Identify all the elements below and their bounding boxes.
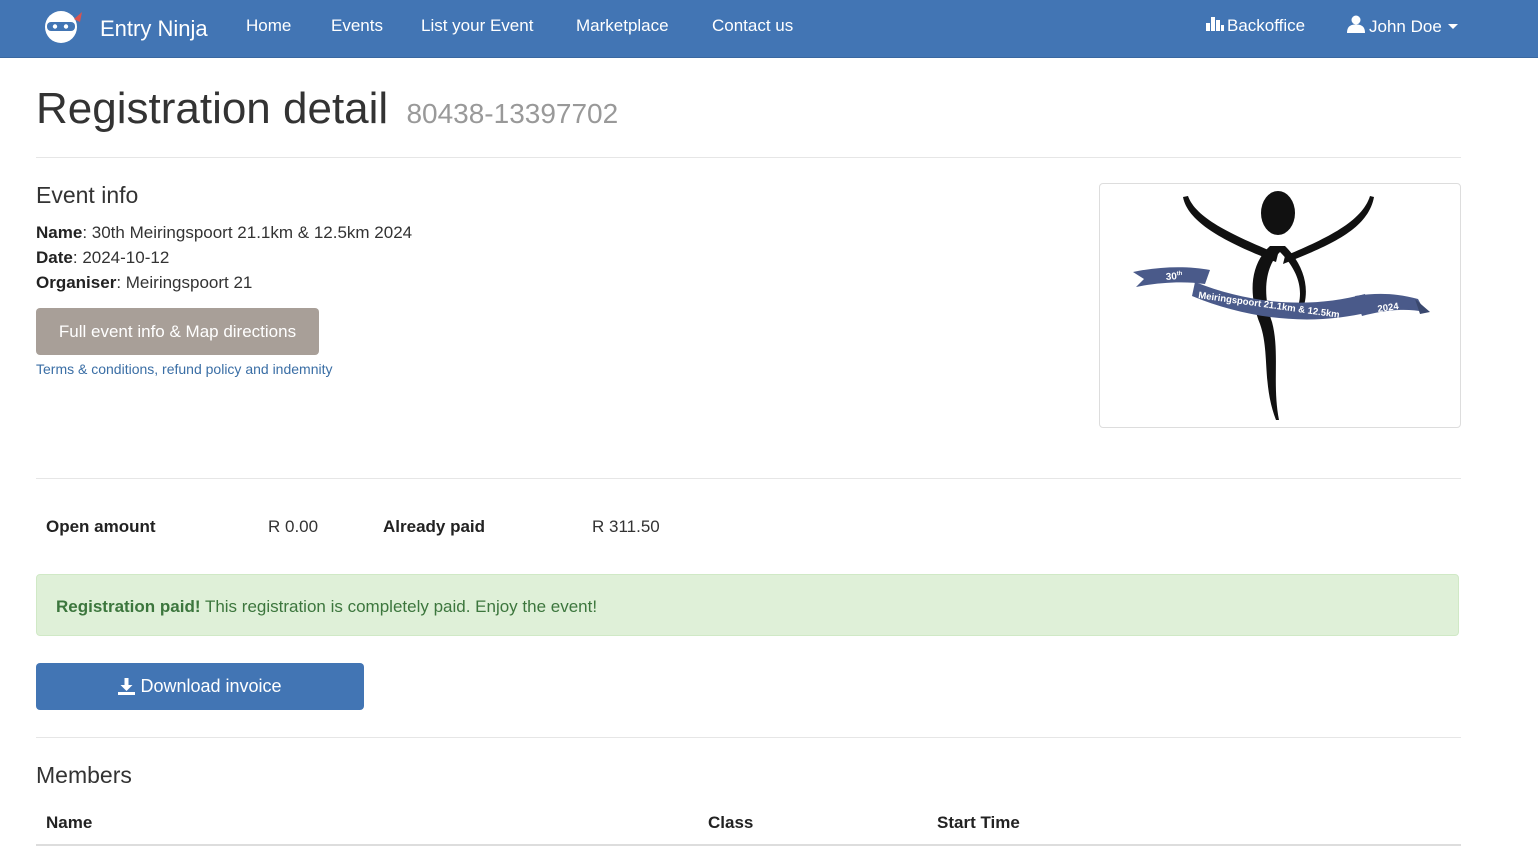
download-invoice-button[interactable]: Download invoice [36, 663, 364, 710]
nav-events[interactable]: Events [331, 16, 383, 36]
divider [36, 157, 1461, 158]
column-header-class[interactable]: Class [708, 813, 753, 833]
user-name: John Doe [1369, 16, 1442, 36]
event-date-value: 2024-10-12 [82, 248, 170, 267]
event-date-label: Date [36, 248, 73, 267]
terms-conditions-link[interactable]: Terms & conditions, refund policy and in… [36, 361, 332, 377]
page-title: Registration detail 80438-13397702 [36, 84, 618, 134]
registration-reference: 80438-13397702 [406, 98, 619, 129]
brand-name: Entry Ninja [100, 15, 208, 41]
divider [36, 478, 1461, 479]
nav-contact-us[interactable]: Contact us [712, 16, 793, 36]
download-icon [118, 678, 136, 695]
user-icon [1347, 15, 1365, 38]
column-header-start-time[interactable]: Start Time [937, 813, 1020, 833]
nav-marketplace[interactable]: Marketplace [576, 16, 669, 36]
alert-strong: Registration paid! [56, 597, 201, 616]
bar-chart-icon [1206, 15, 1224, 36]
open-amount-label: Open amount [46, 517, 156, 536]
column-header-name[interactable]: Name [46, 813, 92, 833]
event-organiser-value: Meiringspoort 21 [125, 273, 253, 292]
event-info-heading: Event info [36, 182, 139, 208]
alert-message: This registration is completely paid. En… [204, 597, 598, 616]
top-navbar: Entry Ninja Home Events List your Event … [0, 0, 1538, 58]
event-logo: 30th Meiringspoort 21.1km & 12.5km 2024 [1099, 183, 1461, 428]
event-name-value: 30th Meiringspoort 21.1km & 12.5km 2024 [91, 223, 413, 242]
already-paid-label: Already paid [383, 517, 486, 536]
event-organiser-label: Organiser [36, 273, 117, 292]
members-heading: Members [36, 762, 132, 788]
logo-number-suffix: th [1177, 271, 1183, 277]
already-paid-value: R 311.50 [592, 517, 660, 536]
brand[interactable]: Entry Ninja [44, 9, 208, 48]
table-header-border [36, 844, 1461, 846]
event-date-line: Date: 2024-10-12 [36, 248, 170, 267]
backoffice-label: Backoffice [1227, 15, 1306, 35]
open-amount-value: R 0.00 [268, 517, 319, 536]
event-organiser-line: Organiser: Meiringspoort 21 [36, 273, 253, 292]
caret-down-icon [1447, 24, 1458, 29]
full-event-info-button[interactable]: Full event info & Map directions [36, 308, 319, 355]
nav-backoffice[interactable]: Backoffice [1206, 15, 1305, 36]
page-title-text: Registration detail [36, 84, 389, 133]
nav-home[interactable]: Home [246, 16, 291, 36]
user-menu[interactable]: John Doe [1347, 15, 1458, 38]
event-name-label: Name [36, 223, 83, 242]
ninja-logo-icon [44, 9, 84, 48]
event-logo-graphic: 30th Meiringspoort 21.1km & 12.5km 2024 [1133, 191, 1430, 420]
divider [36, 737, 1461, 738]
event-name-line: Name: 30th Meiringspoort 21.1km & 12.5km… [36, 223, 413, 242]
logo-year: 2024 [1377, 301, 1400, 315]
payment-status-alert: Registration paid! This registration is … [36, 574, 1459, 636]
nav-list-your-event[interactable]: List your Event [421, 16, 533, 36]
download-invoice-label: Download invoice [140, 676, 282, 696]
